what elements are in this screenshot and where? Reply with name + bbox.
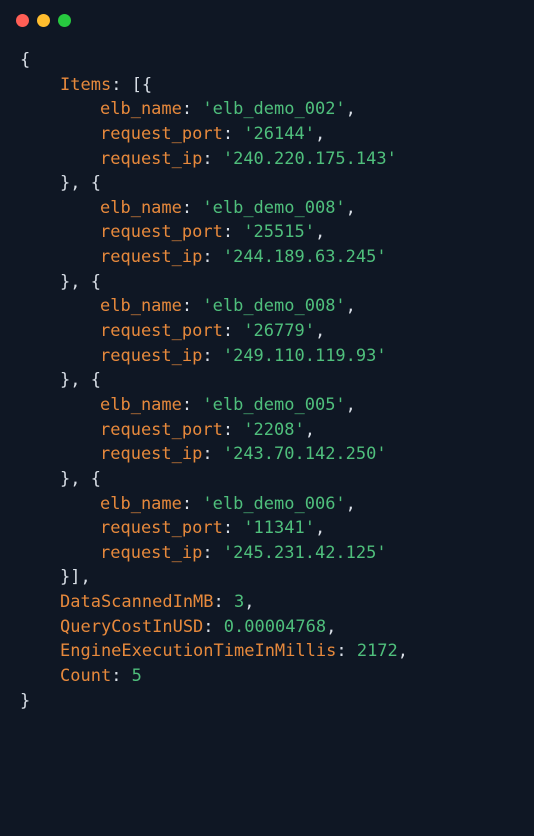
close-icon[interactable] (16, 14, 29, 27)
minimize-icon[interactable] (37, 14, 50, 27)
zoom-icon[interactable] (58, 14, 71, 27)
window-titlebar (0, 0, 534, 40)
code-block: {Items: [{elb_name: 'elb_demo_002',reque… (0, 40, 534, 733)
